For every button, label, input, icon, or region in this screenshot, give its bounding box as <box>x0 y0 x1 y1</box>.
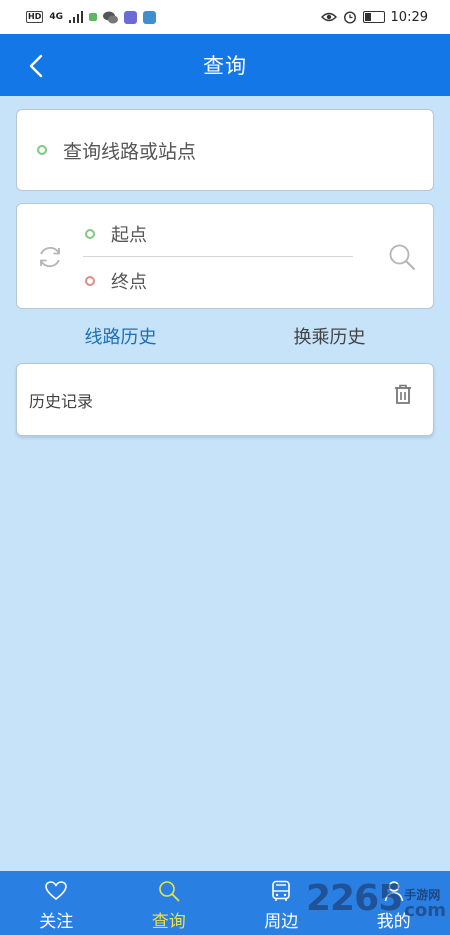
tab-transfer-history[interactable]: 换乘历史 <box>225 322 434 354</box>
start-point-field[interactable]: 起点 <box>85 214 353 254</box>
nav-query[interactable]: 查询 <box>113 871 226 935</box>
nav-mine-label: 我的 <box>376 912 411 932</box>
signal-icon <box>69 11 83 23</box>
search-icon <box>158 881 180 902</box>
search-dot-icon <box>37 145 47 155</box>
eye-icon <box>320 12 337 22</box>
music-app-icon <box>124 10 137 24</box>
nav-nearby[interactable]: 周边 <box>225 871 338 935</box>
bus-icon <box>272 880 291 901</box>
notification-icon <box>89 13 97 21</box>
nav-follow-label: 关注 <box>39 912 74 932</box>
start-dot-icon <box>85 229 95 239</box>
hd-badge: HD <box>26 11 44 23</box>
nav-follow[interactable]: 关注 <box>0 871 113 935</box>
route-search-button[interactable] <box>387 242 417 272</box>
history-panel: 历史记录 <box>16 363 434 436</box>
trash-icon <box>395 384 411 404</box>
network-type: 4G <box>49 12 63 22</box>
nav-query-label: 查询 <box>151 912 186 932</box>
route-divider <box>83 256 353 257</box>
battery-icon <box>362 11 385 23</box>
status-bar: HD 4G 10:29 <box>0 0 450 34</box>
search-icon <box>389 244 415 270</box>
chevron-left-icon <box>29 54 43 78</box>
end-point-label: 终点 <box>111 272 147 293</box>
clear-history-button[interactable] <box>391 382 415 406</box>
app-icon <box>143 10 156 24</box>
route-planner: 起点 终点 <box>16 203 434 309</box>
tab-line-history[interactable]: 线路历史 <box>16 322 225 354</box>
history-title: 历史记录 <box>29 392 94 411</box>
status-time: 10:29 <box>390 9 428 25</box>
search-placeholder: 查询线路或站点 <box>63 140 197 163</box>
start-point-label: 起点 <box>111 225 147 246</box>
end-point-field[interactable]: 终点 <box>85 261 353 301</box>
history-tabs: 线路历史 换乘历史 <box>16 322 434 354</box>
end-dot-icon <box>85 276 95 286</box>
nav-mine[interactable]: 我的 <box>338 871 450 935</box>
back-button[interactable] <box>22 52 50 80</box>
person-icon <box>384 881 404 902</box>
bottom-nav: 关注 查询 周边 我的 <box>0 871 450 935</box>
swap-button[interactable] <box>35 242 65 272</box>
line-station-search-field[interactable]: 查询线路或站点 <box>16 109 434 191</box>
heart-icon <box>45 881 68 901</box>
swap-icon <box>40 246 60 268</box>
wechat-icon <box>103 11 118 23</box>
nav-nearby-label: 周边 <box>264 912 299 932</box>
alarm-icon <box>343 11 356 24</box>
status-bar-right: 10:29 <box>320 9 428 25</box>
status-bar-left: HD 4G <box>26 10 156 24</box>
header-bar: 查询 <box>0 34 450 96</box>
page-title: 查询 <box>203 54 247 78</box>
